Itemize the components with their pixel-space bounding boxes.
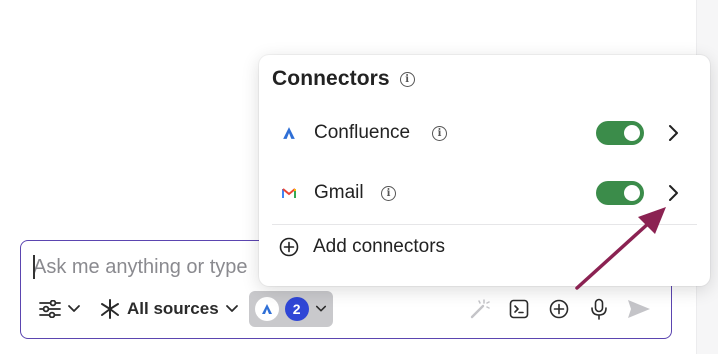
plus-circle-icon (549, 299, 569, 319)
chevron-right-icon[interactable] (663, 183, 683, 203)
confluence-icon (254, 297, 279, 321)
sliders-icon (39, 300, 61, 318)
sources-label: All sources (127, 299, 219, 318)
add-connectors-button[interactable]: Add connectors (279, 236, 445, 258)
info-icon[interactable]: i (399, 71, 415, 87)
chevron-down-icon (225, 305, 238, 312)
chevron-right-icon[interactable] (663, 123, 683, 143)
plus-circle-icon (279, 237, 299, 257)
settings-dropdown[interactable] (33, 291, 87, 327)
add-button[interactable] (539, 291, 579, 327)
terminal-button[interactable] (499, 291, 539, 327)
connectors-popover: Connectors i Confluence i Gmail i Add co… (259, 55, 710, 286)
send-button[interactable] (619, 291, 659, 327)
add-connectors-label: Add connectors (313, 236, 446, 257)
text-caret (33, 255, 35, 279)
magic-wand-button[interactable] (459, 291, 499, 327)
connector-label: Gmail (314, 182, 364, 203)
connector-toggle[interactable] (596, 121, 644, 145)
composer-toolbar: All sources 2 (33, 291, 659, 327)
info-icon[interactable]: i (432, 125, 447, 141)
magic-wand-icon (470, 299, 490, 319)
connector-row-confluence[interactable]: Confluence i (259, 113, 710, 153)
divider (272, 224, 697, 225)
info-icon[interactable]: i (381, 185, 396, 201)
sources-icon (101, 299, 119, 319)
confluence-icon (281, 125, 297, 141)
popover-header: Connectors i (272, 67, 415, 91)
send-icon (628, 300, 650, 318)
terminal-icon (509, 299, 529, 319)
microphone-icon (591, 298, 607, 320)
microphone-button[interactable] (579, 291, 619, 327)
page: All sources 2 (0, 0, 718, 354)
sources-dropdown[interactable]: All sources (93, 291, 245, 327)
gmail-icon (281, 185, 297, 201)
connector-count-badge: 2 (284, 297, 309, 321)
toggle-knob (624, 185, 640, 201)
connector-label: Confluence (314, 122, 411, 143)
chevron-down-icon (315, 305, 326, 312)
connectors-button[interactable]: 2 (248, 291, 333, 327)
toggle-knob (624, 125, 640, 141)
connector-toggle[interactable] (596, 181, 644, 205)
connector-row-gmail[interactable]: Gmail i (259, 173, 710, 213)
popover-title: Connectors (272, 67, 390, 90)
chevron-down-icon (68, 305, 80, 312)
